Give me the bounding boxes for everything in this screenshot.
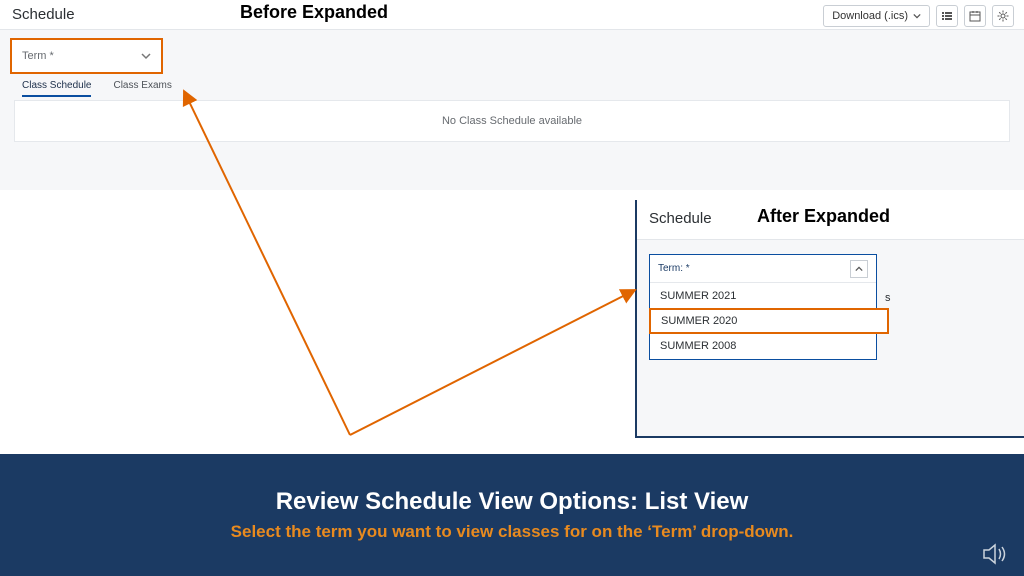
partial-text: s	[885, 292, 891, 304]
right-header: Schedule After Expanded	[637, 200, 1024, 240]
tab-class-schedule[interactable]: Class Schedule	[22, 80, 91, 97]
empty-state-text: No Class Schedule available	[442, 115, 582, 127]
page-title: Schedule	[12, 6, 75, 23]
after-expanded-panel: Schedule After Expanded Term: * SUMMER 2…	[635, 200, 1024, 438]
gear-icon	[997, 10, 1009, 22]
page-title: Schedule	[649, 210, 712, 227]
annotation-before-label: Before Expanded	[240, 2, 388, 23]
annotation-after-label: After Expanded	[757, 206, 890, 227]
list-view-button[interactable]	[936, 5, 958, 27]
calendar-view-button[interactable]	[964, 5, 986, 27]
calendar-icon	[969, 10, 981, 22]
chevron-down-icon	[913, 12, 921, 20]
term-select-label: Term *	[22, 50, 54, 62]
term-select-collapsed[interactable]: Term *	[10, 38, 163, 74]
footer-subtitle: Select the term you want to view classes…	[231, 522, 794, 542]
chevron-down-icon	[141, 51, 151, 61]
download-button-label: Download (.ics)	[832, 10, 908, 22]
term-select-expanded[interactable]: Term: * SUMMER 2021 SUMMER 2020 SUMMER 2…	[649, 254, 877, 360]
term-option-highlighted[interactable]: SUMMER 2020	[649, 308, 889, 334]
term-option[interactable]: SUMMER 2021	[650, 283, 876, 309]
term-option[interactable]: SUMMER 2008	[650, 333, 876, 359]
tab-class-exams[interactable]: Class Exams	[113, 80, 171, 97]
term-select-label: Term: *	[658, 263, 690, 274]
term-select-header[interactable]: Term: *	[650, 255, 876, 283]
tabs: Class Schedule Class Exams	[22, 80, 172, 97]
settings-button[interactable]	[992, 5, 1014, 27]
empty-state-card: No Class Schedule available	[14, 100, 1010, 142]
speaker-icon	[982, 542, 1010, 566]
footer-strip: Review Schedule View Options: List View …	[0, 454, 1024, 576]
top-header: Schedule Before Expanded Download (.ics)	[0, 0, 1024, 30]
chevron-up-icon	[855, 265, 863, 273]
before-expanded-panel: Schedule Before Expanded Download (.ics)	[0, 0, 1024, 190]
download-button[interactable]: Download (.ics)	[823, 5, 930, 27]
footer-title: Review Schedule View Options: List View	[276, 488, 749, 516]
chevron-up-box[interactable]	[850, 260, 868, 278]
list-icon	[941, 10, 953, 22]
toolbar: Download (.ics)	[823, 5, 1014, 27]
